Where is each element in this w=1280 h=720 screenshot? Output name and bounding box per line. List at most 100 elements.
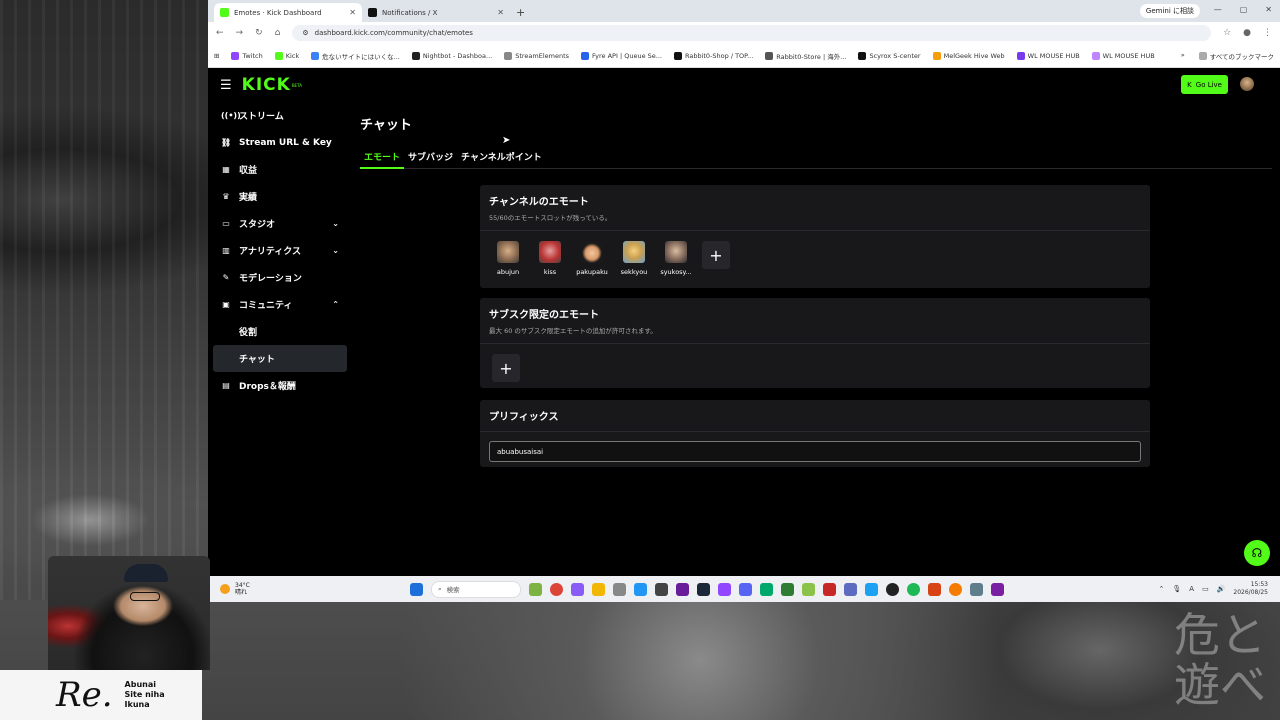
ime-icon[interactable]: A [1189, 585, 1194, 593]
twitch-icon[interactable] [718, 582, 731, 596]
mic-icon[interactable]: 🎙 [1172, 585, 1181, 593]
kick-logo[interactable]: KICK [242, 75, 291, 95]
bookmark-item[interactable]: Twitch [231, 51, 263, 60]
app-icon[interactable] [613, 582, 626, 596]
prefix-input[interactable]: abuabusaisai [489, 441, 1141, 462]
emote-item[interactable]: pakupaku [576, 241, 608, 276]
sidebar-item-revenue[interactable]: ▦ 収益 [213, 156, 347, 183]
xbox-icon[interactable] [781, 582, 794, 596]
new-tab-button[interactable]: + [516, 3, 525, 22]
sidebar-item-community[interactable]: ▣ コミュニティ ⌃ [213, 291, 347, 318]
tab-channel-points[interactable]: チャンネルポイント [457, 150, 546, 169]
chrome-icon[interactable] [550, 582, 563, 596]
emote-item[interactable]: abujun [492, 241, 524, 276]
app-icon[interactable] [760, 582, 773, 596]
emote-item[interactable]: syukosy... [660, 241, 692, 276]
tray-chevron-icon[interactable]: ⌃ [1159, 585, 1165, 593]
app-icon[interactable] [634, 582, 647, 596]
user-avatar[interactable] [1240, 77, 1254, 91]
app-icon[interactable] [823, 582, 836, 596]
close-window-icon[interactable]: ✕ [1265, 5, 1272, 14]
apps-icon[interactable]: ⊞ [214, 52, 219, 60]
bookmark-item[interactable]: Rabbit0-Store | 海外... [765, 51, 846, 61]
sidebar-item-moderation[interactable]: ✎ モデレーション [213, 264, 347, 291]
emote-item[interactable]: sekkyou [618, 241, 650, 276]
site-info-icon[interactable]: ⚙ [302, 29, 308, 37]
network-icon[interactable]: ▭ [1202, 585, 1209, 593]
go-live-button[interactable]: K Go Live [1181, 75, 1228, 94]
sidebar-item-achievements[interactable]: ♛ 実績 [213, 183, 347, 210]
obs-icon[interactable] [655, 582, 668, 596]
close-tab-icon[interactable]: ✕ [497, 8, 504, 17]
bookmark-item[interactable]: 危ないサイトにはいくな... [311, 51, 400, 61]
bookmark-item[interactable]: StreamElements [504, 51, 569, 60]
sidebar-item-roles[interactable]: 役割 [213, 318, 347, 345]
bookmark-star-icon[interactable]: ☆ [1223, 28, 1231, 38]
discord-icon[interactable] [739, 582, 752, 596]
glasses [130, 592, 160, 601]
menu-icon[interactable]: ⋮ [1263, 28, 1272, 38]
webcam-overlay [48, 556, 210, 670]
sidebar-item-stream-url-key[interactable]: ⛓ Stream URL & Key [213, 129, 347, 156]
hamburger-menu-icon[interactable]: ☰ [220, 78, 232, 93]
explorer-icon[interactable] [592, 582, 605, 596]
app-icon[interactable] [844, 582, 857, 596]
sidebar-item-analytics[interactable]: ▥ アナリティクス ⌄ [213, 237, 347, 264]
close-tab-icon[interactable]: ✕ [349, 8, 356, 17]
profile-icon[interactable]: ● [1243, 28, 1251, 38]
bookmark-item[interactable]: WL MOUSE HUB [1016, 51, 1080, 60]
broadcast-icon: ((•)) [221, 111, 241, 120]
app-icon[interactable] [991, 582, 1004, 596]
tab-emotes[interactable]: エモート [360, 150, 405, 169]
tab-sub-badges[interactable]: サブバッジ [404, 150, 457, 169]
emote-item[interactable]: kiss [534, 241, 566, 276]
app-icon[interactable] [949, 582, 962, 596]
emote-list: + [480, 344, 1150, 390]
app-icon[interactable] [970, 582, 983, 596]
sidebar-item-studio[interactable]: ▭ スタジオ ⌄ [213, 210, 347, 237]
bookmarks-more-button[interactable]: » [1181, 51, 1185, 61]
analytics-icon: ▥ [222, 246, 230, 255]
bookmark-item[interactable]: Fyre API | Queue Se... [581, 51, 662, 60]
windows-start-icon[interactable] [410, 582, 423, 596]
sidebar-item-stream[interactable]: ((•)) ストリーム [213, 102, 347, 129]
tab-bar: Emotes · Kick Dashboard ✕ Notifications … [208, 0, 1280, 22]
bookmark-item[interactable]: Nightbot - Dashboa... [411, 51, 492, 60]
forward-icon[interactable]: → [236, 28, 244, 38]
steam-icon[interactable] [697, 582, 710, 596]
bookmark-item[interactable]: Rabbit0-Shop / TOP... [673, 51, 753, 60]
volume-icon[interactable]: 🔊 [1217, 585, 1226, 593]
add-emote-button[interactable]: + [702, 241, 730, 269]
taskbar-search[interactable]: ⌕ 検索 [431, 580, 521, 598]
tab-emotes[interactable]: Emotes · Kick Dashboard ✕ [214, 3, 362, 22]
bookmark-item[interactable]: WL MOUSE HUB [1091, 51, 1155, 60]
back-icon[interactable]: ← [216, 28, 224, 38]
bookmark-item[interactable]: Kick [274, 51, 299, 60]
copilot-icon[interactable] [571, 582, 584, 596]
all-bookmarks-button[interactable]: すべてのブックマーク [1198, 51, 1274, 61]
reload-icon[interactable]: ↻ [255, 28, 263, 38]
headset-icon: ☊ [1251, 546, 1263, 560]
bookmark-item[interactable]: MelGeek Hive Web [932, 51, 1005, 60]
gemini-button[interactable]: Gemini に相談 [1139, 4, 1200, 18]
maximize-icon[interactable]: ▢ [1240, 5, 1248, 14]
chat-tabs: エモート サブバッジ チャンネルポイント [360, 150, 1272, 169]
tab-notifications[interactable]: Notifications / X ✕ [362, 3, 510, 22]
url-field[interactable]: ⚙ dashboard.kick.com/community/chat/emot… [292, 25, 1212, 41]
home-icon[interactable]: ⌂ [275, 28, 281, 38]
app-icon[interactable] [928, 582, 941, 596]
app-icon[interactable] [886, 582, 899, 596]
app-icon[interactable] [676, 582, 689, 596]
help-chat-button[interactable]: ☊ [1244, 540, 1270, 566]
clock[interactable]: 15:53 2026/08/25 [1233, 581, 1268, 597]
minimize-icon[interactable]: — [1214, 5, 1222, 14]
spotify-icon[interactable] [907, 582, 920, 596]
app-icon[interactable] [802, 582, 815, 596]
add-sub-emote-button[interactable]: + [492, 354, 520, 382]
sidebar-item-drops[interactable]: ▤ Drops＆報酬 [213, 372, 347, 399]
widget-icon[interactable] [529, 582, 542, 596]
weather-widget[interactable]: 34°C 晴れ [220, 582, 410, 596]
sidebar-item-chat[interactable]: チャット [213, 345, 347, 372]
bookmark-item[interactable]: Scyrox S-center [858, 51, 921, 60]
twitter-icon[interactable] [865, 582, 878, 596]
